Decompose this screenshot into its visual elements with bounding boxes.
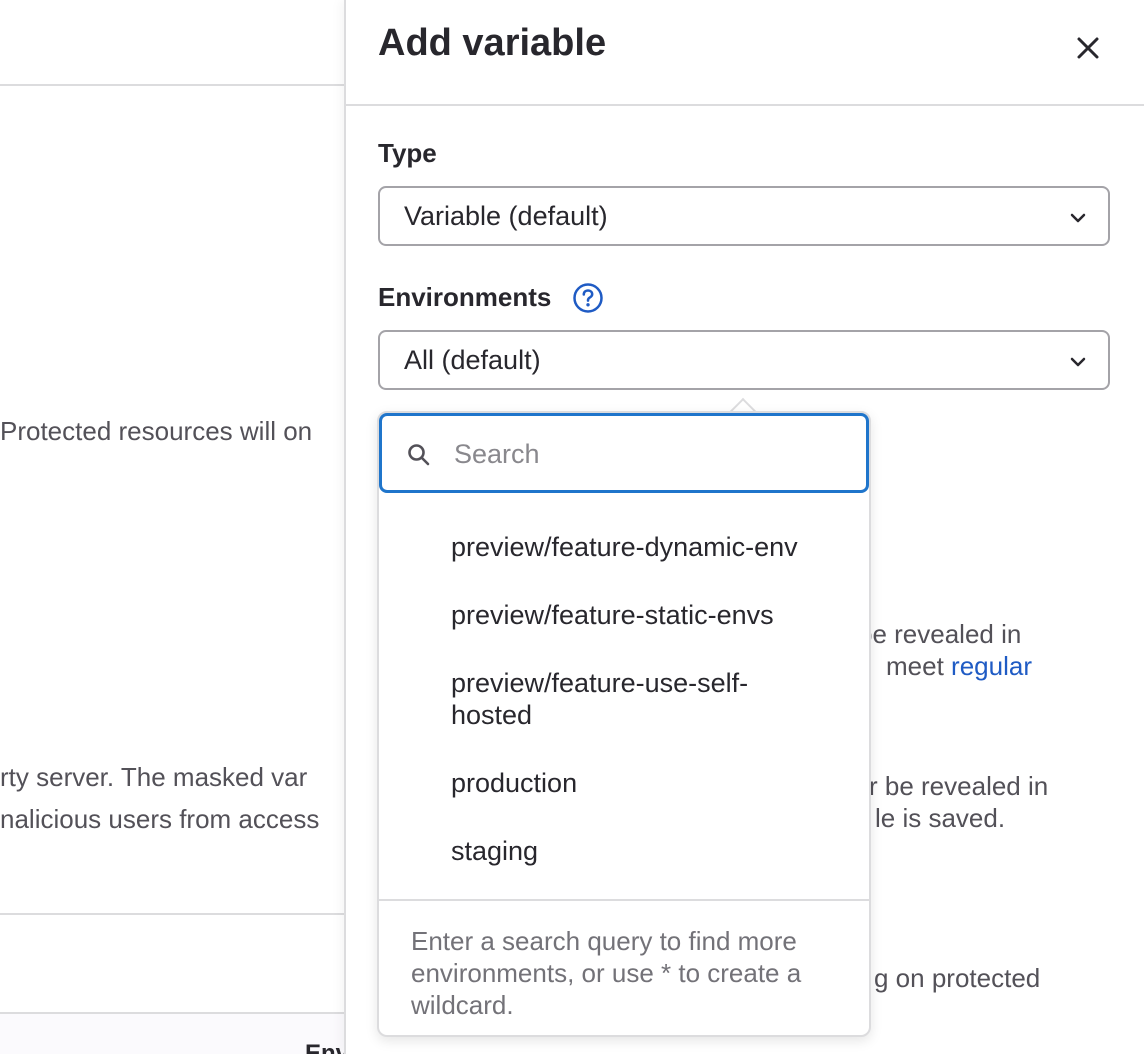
saved-text: le is saved. [875, 803, 1006, 833]
divider [0, 913, 344, 915]
question-circle-icon[interactable] [572, 282, 604, 314]
protected-text: g on protected [874, 963, 1041, 993]
close-icon [1077, 37, 1099, 59]
revealed-text-1: be revealed in [858, 619, 1022, 649]
meet-word: meet [886, 651, 944, 681]
background-page: Protected resources will on rty server. … [0, 0, 344, 1054]
table-header-label: Env [305, 1040, 344, 1054]
divider [0, 84, 344, 86]
environments-dropdown: preview/feature-dynamic-env preview/feat… [377, 411, 871, 1037]
environments-label: Environments [378, 282, 552, 312]
protected-resources-text: Protected resources will on [0, 416, 313, 446]
chevron-down-icon [1070, 357, 1086, 367]
option-staging[interactable]: staging [451, 835, 851, 867]
close-button[interactable] [1066, 26, 1110, 70]
masked-variable-text-line1: rty server. The masked var [0, 762, 308, 792]
type-select[interactable]: Variable (default) [378, 186, 1110, 246]
option-production[interactable]: production [451, 767, 851, 799]
option-preview-feature-dynamic-env[interactable]: preview/feature-dynamic-env [451, 531, 851, 563]
search-box[interactable] [379, 413, 869, 493]
dropdown-divider [379, 899, 869, 901]
option-preview-feature-static-envs[interactable]: preview/feature-static-envs [451, 599, 851, 631]
meet-text: meet regular [886, 651, 1032, 682]
type-select-value: Variable (default) [404, 200, 608, 231]
search-icon [408, 444, 430, 466]
drawer-header: Add variable [346, 0, 1144, 106]
regular-expression-link[interactable]: regular [951, 651, 1032, 681]
masked-variable-text-line2: nalicious users from access [0, 804, 320, 834]
search-input[interactable] [452, 426, 856, 482]
drawer-title: Add variable [378, 22, 607, 64]
environments-select-value: All (default) [404, 344, 541, 375]
table-header: Env [0, 1012, 344, 1054]
environments-select[interactable]: All (default) [378, 330, 1110, 390]
option-preview-feature-use-self-hosted[interactable]: preview/feature-use-self-hosted [451, 667, 811, 731]
type-label: Type [378, 138, 437, 168]
dropdown-footer-hint: Enter a search query to find more enviro… [411, 926, 802, 1020]
revealed-text-2: r be revealed in [869, 771, 1049, 801]
chevron-down-icon [1070, 213, 1086, 223]
